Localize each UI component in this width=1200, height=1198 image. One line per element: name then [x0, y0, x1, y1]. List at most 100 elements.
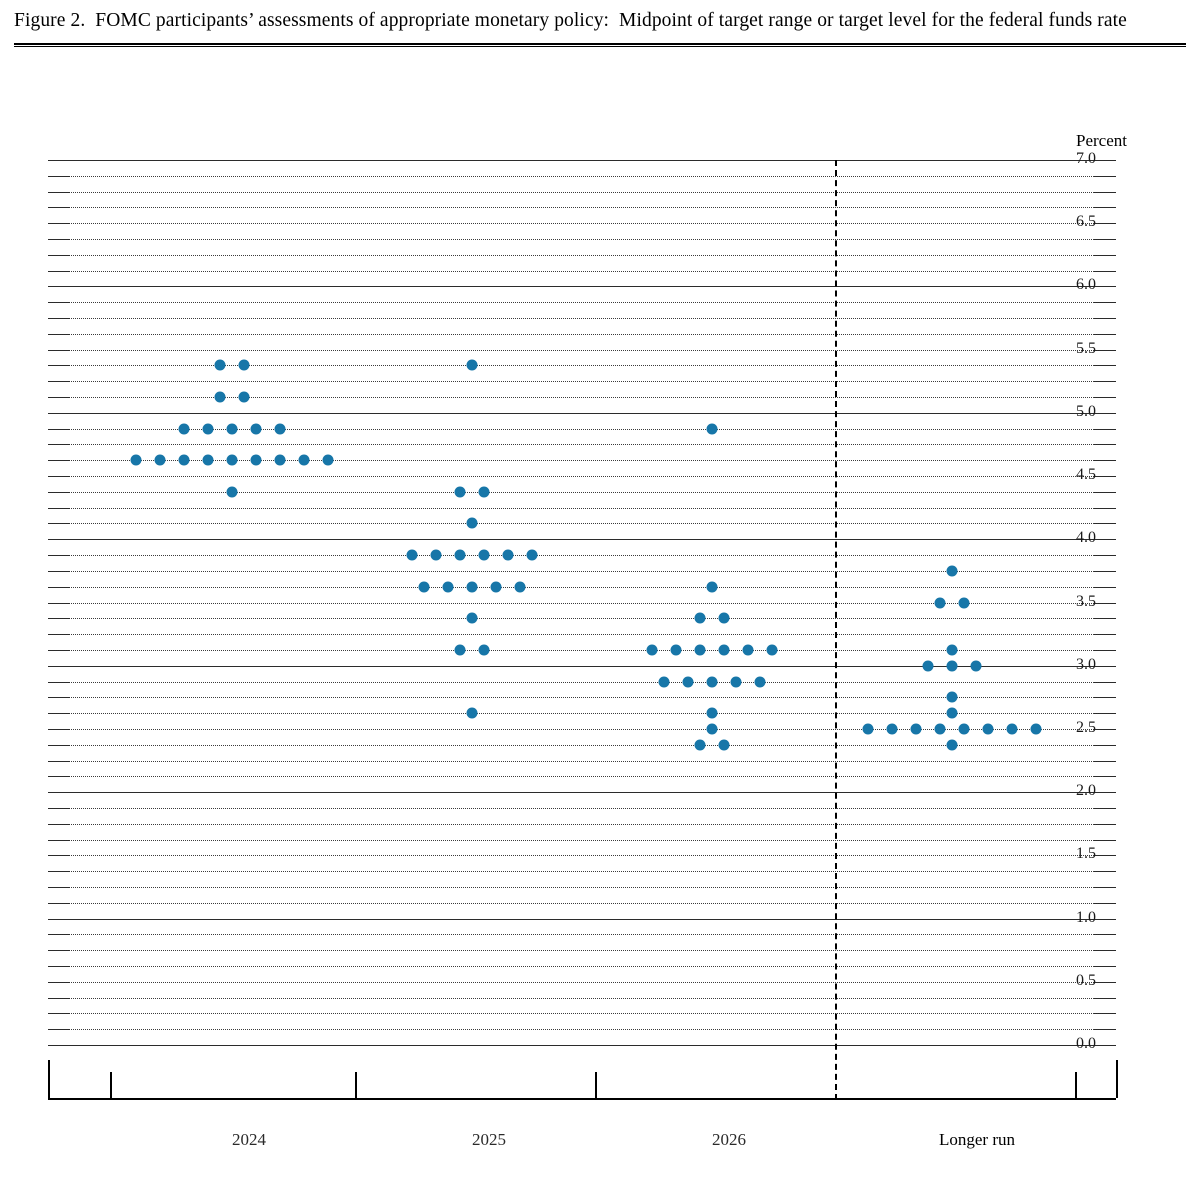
gridline-tick-stub-right: [1094, 523, 1116, 525]
gridline-tick-stub-left: [48, 1029, 70, 1031]
gridline-tick-stub-left: [48, 428, 70, 430]
dot-marker: [418, 581, 430, 593]
gridline-tick-stub-left: [48, 1013, 70, 1015]
dot-marker: [202, 454, 214, 466]
gridline-tick-stub-right: [1094, 570, 1116, 572]
gridline-minor: [48, 997, 1116, 999]
dot-marker: [406, 549, 418, 561]
dot-marker: [934, 597, 946, 608]
gridline-tick-stub-right: [1094, 697, 1116, 699]
gridline-tick-stub-left: [48, 318, 70, 320]
gridline-tick-stub-right: [1094, 365, 1116, 367]
y-axis-tick-label: 3.5: [1076, 592, 1096, 610]
gridline-tick-stub-left: [48, 681, 70, 683]
gridline-tick-stub-right: [1094, 207, 1116, 209]
dot-marker: [178, 454, 190, 466]
y-axis-tick-label: 7.0: [1076, 150, 1096, 167]
x-axis-tick: [1116, 1060, 1118, 1098]
gridline-minor: [48, 491, 1116, 493]
gridline-tick-stub-right: [1094, 839, 1116, 841]
gridline-tick-stub-right: [1094, 823, 1116, 825]
gridline-major: [48, 539, 1116, 541]
dot-marker: [718, 644, 730, 656]
gridline-tick-stub-right: [1094, 444, 1116, 446]
dot-marker: [646, 644, 658, 656]
gridline-minor: [48, 728, 1116, 730]
dot-marker: [250, 423, 262, 435]
dot-marker: [922, 660, 934, 672]
gridline-tick-stub-left: [48, 476, 70, 478]
x-axis-label-2024: 2024: [232, 1130, 266, 1149]
dot-marker: [466, 517, 478, 529]
gridline-minor: [48, 602, 1116, 604]
gridline-minor: [48, 175, 1116, 177]
gridline-tick-stub-right: [1094, 1029, 1116, 1031]
dot-marker: [706, 581, 718, 593]
dot-marker: [454, 644, 466, 656]
y-axis-tick-label: 2.5: [1076, 718, 1096, 736]
dot-marker: [490, 581, 502, 593]
dot-marker: [454, 486, 466, 498]
dot-marker: [298, 454, 310, 466]
dot-marker: [946, 739, 958, 751]
gridline-tick-stub-right: [1094, 175, 1116, 177]
dot-marker: [862, 723, 874, 735]
gridline-major: [48, 412, 1116, 414]
gridline-tick-stub-left: [48, 570, 70, 572]
dot-marker: [442, 581, 454, 593]
gridline-tick-stub-left: [48, 381, 70, 383]
gridline-tick-stub-right: [1094, 333, 1116, 335]
gridline-tick-stub-right: [1094, 507, 1116, 509]
dot-marker: [742, 644, 754, 656]
gridline-tick-stub-left: [48, 649, 70, 651]
gridline-tick-stub-right: [1094, 381, 1116, 383]
gridline-minor: [48, 333, 1116, 335]
gridline-major: [48, 160, 1116, 161]
y-axis-tick-label: 0.0: [1076, 1035, 1096, 1052]
x-axis-line: [48, 1098, 1116, 1100]
gridline-tick-stub-left: [48, 776, 70, 778]
dot-marker: [478, 486, 490, 498]
gridline-minor: [48, 839, 1116, 841]
y-axis-tick-label: 1.5: [1076, 845, 1096, 863]
dot-marker: [958, 723, 970, 735]
dot-marker: [706, 676, 718, 688]
gridline-tick-stub-right: [1094, 871, 1116, 873]
gridline-tick-stub-right: [1094, 744, 1116, 746]
dot-marker: [682, 676, 694, 688]
dot-marker: [250, 454, 262, 466]
gridline-tick-stub-right: [1094, 934, 1116, 936]
gridline-tick-stub-left: [48, 744, 70, 746]
gridline-tick-stub-left: [48, 997, 70, 999]
gridline-tick-stub-right: [1094, 649, 1116, 651]
gridline-minor: [48, 823, 1116, 825]
gridline-minor: [48, 239, 1116, 241]
gridline-tick-stub-right: [1094, 397, 1116, 399]
gridline-minor: [48, 965, 1116, 967]
y-axis-tick-label: 0.5: [1076, 971, 1096, 989]
dot-marker: [886, 723, 898, 735]
dot-marker: [694, 644, 706, 656]
gridline-tick-stub-right: [1094, 965, 1116, 967]
dot-marker: [706, 423, 718, 435]
gridline-tick-stub-left: [48, 934, 70, 936]
dot-marker: [454, 549, 466, 561]
gridline-minor: [48, 555, 1116, 557]
percent-axis-unit-label: Percent: [1076, 131, 1127, 150]
gridline-tick-stub-left: [48, 965, 70, 967]
dot-marker: [706, 723, 718, 735]
dot-marker: [202, 423, 214, 435]
dot-plot-figure: Percent 0.0 0.5 1.0 1.5 2.0 2.5 3.0 3.5 4.0 4.5 5.…: [0, 0, 1200, 1198]
gridline-minor: [48, 365, 1116, 367]
x-axis-tick: [110, 1072, 112, 1098]
gridline-major: [48, 286, 1116, 288]
gridline-tick-stub-right: [1094, 681, 1116, 683]
gridline-tick-stub-right: [1094, 713, 1116, 715]
gridline-minor: [48, 871, 1116, 873]
gridline-tick-stub-left: [48, 223, 70, 225]
gridline-tick-stub-right: [1094, 491, 1116, 493]
gridline-tick-stub-left: [48, 491, 70, 493]
dot-marker: [214, 359, 226, 371]
gridline-tick-stub-left: [48, 175, 70, 177]
gridline-tick-stub-left: [48, 760, 70, 762]
